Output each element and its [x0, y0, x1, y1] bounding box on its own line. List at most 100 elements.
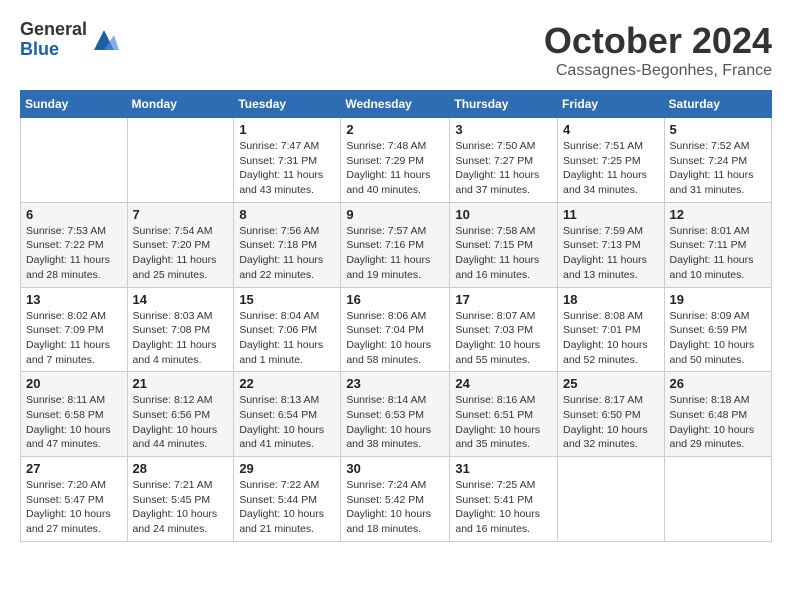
day-cell: 26 Sunrise: 8:18 AM Sunset: 6:48 PM Dayli…: [664, 372, 771, 457]
day-info: Sunrise: 7:20 AM Sunset: 5:47 PM Dayligh…: [26, 478, 122, 537]
day-cell: 31 Sunrise: 7:25 AM Sunset: 5:41 PM Dayli…: [450, 457, 558, 542]
day-number: 4: [563, 122, 659, 137]
day-info: Sunrise: 7:24 AM Sunset: 5:42 PM Dayligh…: [346, 478, 444, 537]
location-label: Cassagnes-Begonhes, France: [544, 62, 772, 80]
day-cell: 19 Sunrise: 8:09 AM Sunset: 6:59 PM Dayli…: [664, 287, 771, 372]
day-info: Sunrise: 7:22 AM Sunset: 5:44 PM Dayligh…: [239, 478, 335, 537]
day-info: Sunrise: 8:16 AM Sunset: 6:51 PM Dayligh…: [455, 393, 552, 452]
day-number: 15: [239, 292, 335, 307]
day-number: 8: [239, 207, 335, 222]
day-cell: 29Sunrise: 7:22 AM Sunset: 5:44 PM Dayli…: [234, 457, 341, 542]
day-cell: 21 Sunrise: 8:12 AM Sunset: 6:56 PM Dayli…: [127, 372, 234, 457]
day-number: 7: [133, 207, 229, 222]
day-cell: 8 Sunrise: 7:56 AM Sunset: 7:18 PM Daylig…: [234, 202, 341, 287]
day-number: 25: [563, 376, 659, 391]
day-cell: [127, 118, 234, 203]
calendar-table: SundayMondayTuesdayWednesdayThursdayFrid…: [20, 90, 772, 542]
day-number: 18: [563, 292, 659, 307]
day-header-monday: Monday: [127, 91, 234, 118]
day-cell: 2 Sunrise: 7:48 AM Sunset: 7:29 PM Daylig…: [341, 118, 450, 203]
day-number: 31: [455, 461, 552, 476]
day-number: 1: [239, 122, 335, 137]
day-cell: 6Sunrise: 7:53 AM Sunset: 7:22 PM Daylig…: [21, 202, 128, 287]
week-row-4: 20 Sunrise: 8:11 AM Sunset: 6:58 PM Dayli…: [21, 372, 772, 457]
day-info: Sunrise: 8:12 AM Sunset: 6:56 PM Dayligh…: [133, 393, 229, 452]
day-info: Sunrise: 8:18 AM Sunset: 6:48 PM Dayligh…: [670, 393, 766, 452]
logo-icon: [89, 25, 119, 55]
day-header-sunday: Sunday: [21, 91, 128, 118]
day-cell: 5 Sunrise: 7:52 AM Sunset: 7:24 PM Daylig…: [664, 118, 771, 203]
day-number: 22: [239, 376, 335, 391]
day-number: 28: [133, 461, 229, 476]
day-number: 5: [670, 122, 766, 137]
day-cell: 15Sunrise: 8:04 AM Sunset: 7:06 PM Dayli…: [234, 287, 341, 372]
day-info: Sunrise: 8:11 AM Sunset: 6:58 PM Dayligh…: [26, 393, 122, 452]
page-header: General Blue October 2024 Cassagnes-Bego…: [20, 20, 772, 80]
day-info: Sunrise: 7:53 AM Sunset: 7:22 PM Dayligh…: [26, 224, 122, 283]
day-info: Sunrise: 7:21 AM Sunset: 5:45 PM Dayligh…: [133, 478, 229, 537]
day-cell: 25 Sunrise: 8:17 AM Sunset: 6:50 PM Dayli…: [558, 372, 665, 457]
day-number: 20: [26, 376, 122, 391]
day-header-thursday: Thursday: [450, 91, 558, 118]
day-cell: 13 Sunrise: 8:02 AM Sunset: 7:09 PM Dayli…: [21, 287, 128, 372]
day-cell: 22 Sunrise: 8:13 AM Sunset: 6:54 PM Dayli…: [234, 372, 341, 457]
day-info: Sunrise: 8:03 AM Sunset: 7:08 PM Dayligh…: [133, 309, 229, 368]
day-cell: 4 Sunrise: 7:51 AM Sunset: 7:25 PM Daylig…: [558, 118, 665, 203]
day-number: 21: [133, 376, 229, 391]
day-cell: [21, 118, 128, 203]
day-header-tuesday: Tuesday: [234, 91, 341, 118]
day-info: Sunrise: 7:54 AM Sunset: 7:20 PM Dayligh…: [133, 224, 229, 283]
day-info: Sunrise: 8:08 AM Sunset: 7:01 PM Dayligh…: [563, 309, 659, 368]
day-info: Sunrise: 8:09 AM Sunset: 6:59 PM Dayligh…: [670, 309, 766, 368]
day-header-wednesday: Wednesday: [341, 91, 450, 118]
days-header-row: SundayMondayTuesdayWednesdayThursdayFrid…: [21, 91, 772, 118]
day-cell: 18 Sunrise: 8:08 AM Sunset: 7:01 PM Dayli…: [558, 287, 665, 372]
title-block: October 2024 Cassagnes-Begonhes, France: [544, 20, 772, 80]
day-info: Sunrise: 8:13 AM Sunset: 6:54 PM Dayligh…: [239, 393, 335, 452]
day-info: Sunrise: 8:07 AM Sunset: 7:03 PM Dayligh…: [455, 309, 552, 368]
day-info: Sunrise: 8:06 AM Sunset: 7:04 PM Dayligh…: [346, 309, 444, 368]
week-row-5: 27 Sunrise: 7:20 AM Sunset: 5:47 PM Dayli…: [21, 457, 772, 542]
day-info: Sunrise: 7:58 AM Sunset: 7:15 PM Dayligh…: [455, 224, 552, 283]
week-row-1: 1 Sunrise: 7:47 AM Sunset: 7:31 PM Daylig…: [21, 118, 772, 203]
day-number: 16: [346, 292, 444, 307]
day-number: 27: [26, 461, 122, 476]
day-cell: 23Sunrise: 8:14 AM Sunset: 6:53 PM Dayli…: [341, 372, 450, 457]
day-cell: 9Sunrise: 7:57 AM Sunset: 7:16 PM Daylig…: [341, 202, 450, 287]
week-row-3: 13 Sunrise: 8:02 AM Sunset: 7:09 PM Dayli…: [21, 287, 772, 372]
day-cell: [664, 457, 771, 542]
day-number: 12: [670, 207, 766, 222]
day-number: 17: [455, 292, 552, 307]
day-info: Sunrise: 7:48 AM Sunset: 7:29 PM Dayligh…: [346, 139, 444, 198]
day-number: 3: [455, 122, 552, 137]
day-number: 19: [670, 292, 766, 307]
day-number: 13: [26, 292, 122, 307]
logo: General Blue: [20, 20, 119, 60]
day-info: Sunrise: 7:59 AM Sunset: 7:13 PM Dayligh…: [563, 224, 659, 283]
week-row-2: 6Sunrise: 7:53 AM Sunset: 7:22 PM Daylig…: [21, 202, 772, 287]
day-info: Sunrise: 7:56 AM Sunset: 7:18 PM Dayligh…: [239, 224, 335, 283]
day-info: Sunrise: 7:47 AM Sunset: 7:31 PM Dayligh…: [239, 139, 335, 198]
day-number: 30: [346, 461, 444, 476]
day-info: Sunrise: 8:17 AM Sunset: 6:50 PM Dayligh…: [563, 393, 659, 452]
day-cell: 24 Sunrise: 8:16 AM Sunset: 6:51 PM Dayli…: [450, 372, 558, 457]
day-header-friday: Friday: [558, 91, 665, 118]
day-cell: [558, 457, 665, 542]
day-cell: 27 Sunrise: 7:20 AM Sunset: 5:47 PM Dayli…: [21, 457, 128, 542]
day-number: 10: [455, 207, 552, 222]
day-info: Sunrise: 8:01 AM Sunset: 7:11 PM Dayligh…: [670, 224, 766, 283]
day-info: Sunrise: 7:50 AM Sunset: 7:27 PM Dayligh…: [455, 139, 552, 198]
day-info: Sunrise: 7:25 AM Sunset: 5:41 PM Dayligh…: [455, 478, 552, 537]
day-info: Sunrise: 7:52 AM Sunset: 7:24 PM Dayligh…: [670, 139, 766, 198]
day-number: 26: [670, 376, 766, 391]
month-title: October 2024: [544, 20, 772, 62]
day-cell: 14Sunrise: 8:03 AM Sunset: 7:08 PM Dayli…: [127, 287, 234, 372]
day-number: 2: [346, 122, 444, 137]
day-cell: 11Sunrise: 7:59 AM Sunset: 7:13 PM Dayli…: [558, 202, 665, 287]
day-number: 24: [455, 376, 552, 391]
day-info: Sunrise: 8:02 AM Sunset: 7:09 PM Dayligh…: [26, 309, 122, 368]
day-number: 9: [346, 207, 444, 222]
day-info: Sunrise: 7:51 AM Sunset: 7:25 PM Dayligh…: [563, 139, 659, 198]
day-cell: 20 Sunrise: 8:11 AM Sunset: 6:58 PM Dayli…: [21, 372, 128, 457]
day-cell: 1 Sunrise: 7:47 AM Sunset: 7:31 PM Daylig…: [234, 118, 341, 203]
